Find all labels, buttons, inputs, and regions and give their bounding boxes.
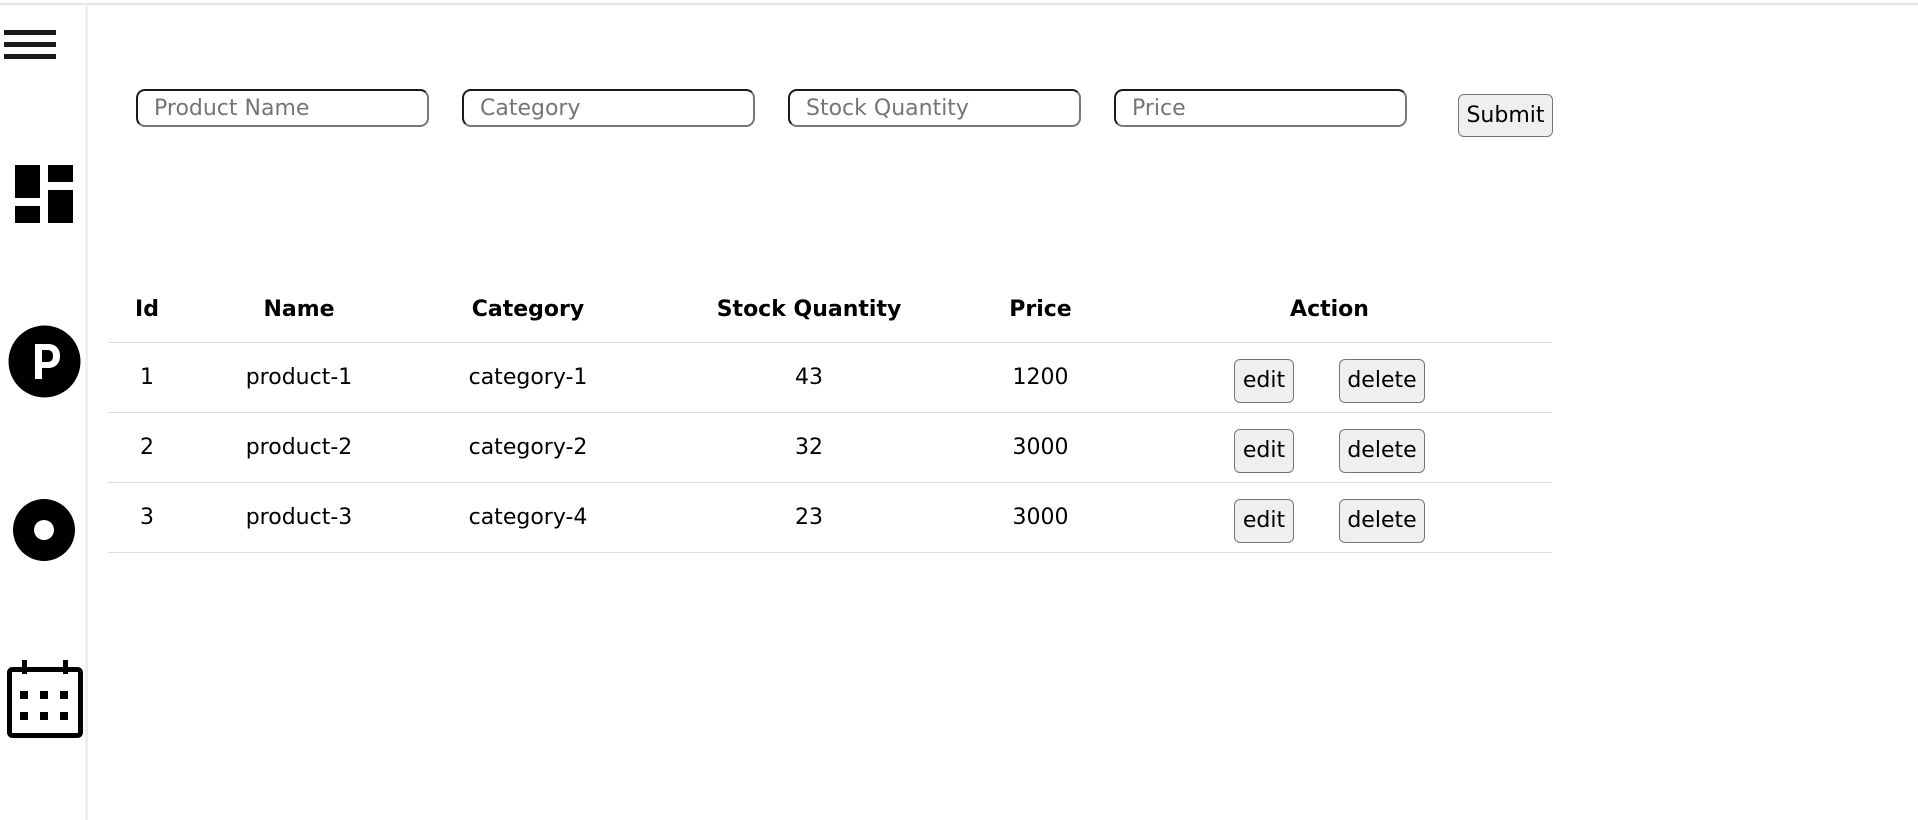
table-row: 3 product-3 category-4 23 3000 edit delet…	[108, 482, 1552, 553]
delete-button[interactable]: delete	[1339, 358, 1425, 403]
price-input[interactable]	[1114, 89, 1407, 127]
column-header-category: Category	[412, 277, 644, 343]
stock-quantity-input[interactable]	[788, 89, 1081, 127]
cell-stock-quantity: 43	[644, 342, 974, 413]
calendar-icon[interactable]	[7, 660, 83, 738]
column-header-stock-quantity: Stock Quantity	[644, 277, 974, 343]
cell-price: 3000	[974, 412, 1107, 483]
cell-name: product-2	[186, 412, 412, 483]
table-row: 1 product-1 category-1 43 1200 edit delet…	[108, 342, 1552, 413]
radio-button-icon[interactable]	[13, 499, 75, 561]
column-header-name: Name	[186, 277, 412, 343]
column-header-action: Action	[1107, 277, 1552, 343]
cell-stock-quantity: 23	[644, 482, 974, 553]
cell-id: 1	[108, 342, 186, 413]
delete-button[interactable]: delete	[1339, 428, 1425, 473]
table-row: 2 product-2 category-2 32 3000 edit delet…	[108, 412, 1552, 483]
parking-icon[interactable]	[8, 325, 81, 398]
column-header-id: Id	[108, 277, 186, 343]
table-header-row: Id Name Category Stock Quantity Price Ac…	[108, 277, 1552, 343]
hamburger-menu-icon[interactable]	[4, 28, 56, 62]
edit-button[interactable]: edit	[1234, 428, 1294, 473]
cell-category: category-2	[412, 412, 644, 483]
sidebar	[0, 5, 88, 820]
cell-name: product-1	[186, 342, 412, 413]
cell-name: product-3	[186, 482, 412, 553]
cell-id: 3	[108, 482, 186, 553]
dashboard-icon[interactable]	[15, 165, 73, 223]
cell-stock-quantity: 32	[644, 412, 974, 483]
column-header-price: Price	[974, 277, 1107, 343]
products-table: Id Name Category Stock Quantity Price Ac…	[108, 277, 1552, 553]
cell-price: 3000	[974, 482, 1107, 553]
delete-button[interactable]: delete	[1339, 498, 1425, 543]
submit-button[interactable]: Submit	[1458, 94, 1553, 137]
cell-action: edit delete	[1107, 412, 1552, 483]
cell-category: category-1	[412, 342, 644, 413]
cell-price: 1200	[974, 342, 1107, 413]
cell-id: 2	[108, 412, 186, 483]
cell-action: edit delete	[1107, 482, 1552, 553]
category-input[interactable]	[462, 89, 755, 127]
main-content: Submit Id Name Category Stock Quantity P…	[90, 5, 1918, 820]
edit-button[interactable]: edit	[1234, 498, 1294, 543]
product-name-input[interactable]	[136, 89, 429, 127]
cell-action: edit delete	[1107, 342, 1552, 413]
edit-button[interactable]: edit	[1234, 358, 1294, 403]
cell-category: category-4	[412, 482, 644, 553]
